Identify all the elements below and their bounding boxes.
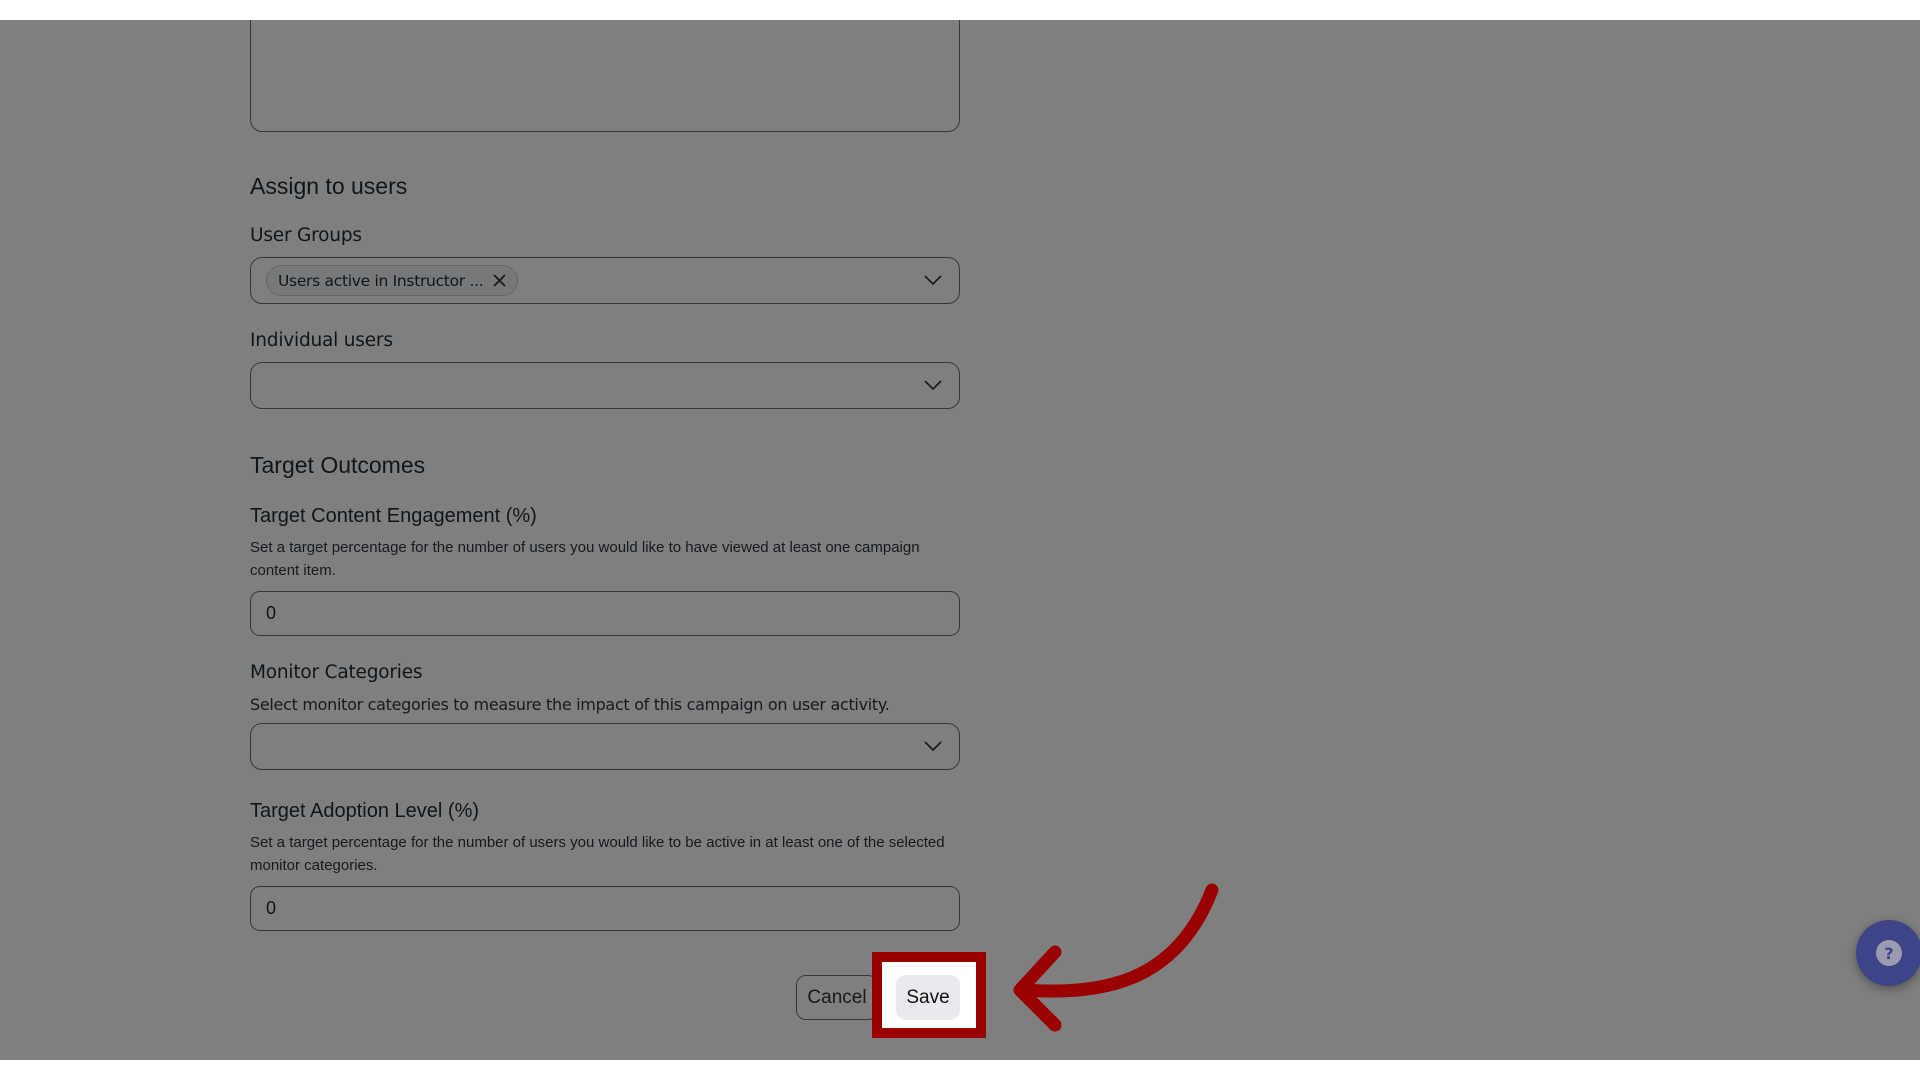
user-group-chip-label: Users active in Instructor ... [278,271,484,290]
monitor-categories-label: Monitor Categories [250,662,423,683]
individual-users-select[interactable] [250,362,960,409]
assign-users-heading: Assign to users [250,173,408,199]
help-chat-icon: ? [1876,940,1902,966]
user-groups-label: User Groups [250,225,362,246]
content-engagement-input[interactable] [250,591,960,636]
individual-users-label: Individual users [250,330,393,351]
adoption-level-help: Set a target percentage for the number o… [250,834,945,874]
content-engagement-help: Set a target percentage for the number o… [250,539,920,579]
monitor-categories-help: Select monitor categories to measure the… [250,695,890,714]
top-strip [0,0,1920,20]
save-button[interactable]: Save [896,975,960,1020]
adoption-level-input[interactable] [250,886,960,931]
adoption-level-label: Target Adoption Level (%) [250,800,480,822]
help-chat-button[interactable]: ? [1856,920,1920,986]
chevron-down-icon[interactable] [923,738,943,754]
chevron-down-icon[interactable] [923,377,943,393]
chevron-down-icon[interactable] [923,272,943,288]
cancel-button[interactable]: Cancel [796,975,878,1020]
monitor-categories-select[interactable] [250,723,960,770]
target-outcomes-heading: Target Outcomes [250,452,426,478]
user-group-chip: Users active in Instructor ... [266,265,518,296]
content-engagement-label: Target Content Engagement (%) [250,505,537,527]
description-textarea[interactable] [250,20,960,132]
campaign-form-page: Assign to users User Groups Users active… [0,20,1920,1060]
user-groups-select[interactable]: Users active in Instructor ... [250,257,960,304]
close-icon[interactable] [492,273,507,288]
save-highlight-box: Save [872,952,986,1038]
bottom-strip [0,1060,1920,1080]
